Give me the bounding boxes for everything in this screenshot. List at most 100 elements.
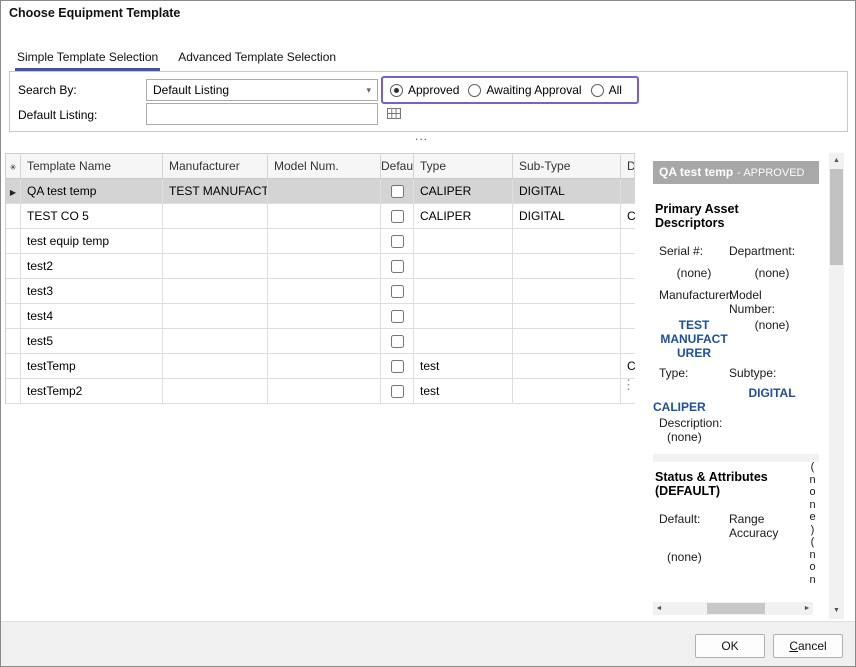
cell-default[interactable] xyxy=(381,279,414,303)
cell-default[interactable] xyxy=(381,254,414,278)
column-header-model-num[interactable]: Model Num. xyxy=(268,154,381,178)
cell-description[interactable] xyxy=(621,179,635,203)
cell-model-num[interactable] xyxy=(268,304,381,328)
cell-manufacturer[interactable] xyxy=(163,279,268,303)
cell-type[interactable] xyxy=(414,304,513,328)
vscroll-thumb[interactable] xyxy=(830,169,843,265)
cell-description[interactable] xyxy=(621,279,635,303)
cell-type[interactable] xyxy=(414,329,513,353)
cell-type[interactable]: test xyxy=(414,354,513,378)
radio-all[interactable]: All xyxy=(591,83,622,97)
cell-template-name[interactable]: testTemp xyxy=(21,354,163,378)
cell-default[interactable] xyxy=(381,204,414,228)
ok-button[interactable]: OK xyxy=(695,634,765,658)
table-row[interactable]: ▶ QA test temp TEST MANUFACTURER CALIPER… xyxy=(6,179,635,204)
cell-sub-type[interactable] xyxy=(513,329,621,353)
cell-manufacturer[interactable] xyxy=(163,229,268,253)
cell-manufacturer[interactable] xyxy=(163,379,268,403)
column-header-type[interactable]: Type xyxy=(414,154,513,178)
table-row[interactable]: test equip temp xyxy=(6,229,635,254)
table-row[interactable]: TEST CO 5 CALIPER DIGITAL CA xyxy=(6,204,635,229)
tab-advanced-template-selection[interactable]: Advanced Template Selection xyxy=(178,47,336,69)
tab-simple-template-selection[interactable]: Simple Template Selection xyxy=(17,47,158,69)
cell-manufacturer[interactable] xyxy=(163,204,268,228)
cell-model-num[interactable] xyxy=(268,204,381,228)
column-header-template-name[interactable]: Template Name xyxy=(21,154,163,178)
listing-grid-icon[interactable] xyxy=(387,108,401,119)
radio-awaiting-approval[interactable]: Awaiting Approval xyxy=(468,83,581,97)
cell-manufacturer[interactable] xyxy=(163,329,268,353)
cell-manufacturer[interactable]: TEST MANUFACTURER xyxy=(163,179,268,203)
scroll-down-icon[interactable]: ▼ xyxy=(829,605,844,617)
cell-model-num[interactable] xyxy=(268,329,381,353)
default-checkbox[interactable] xyxy=(391,185,404,198)
default-checkbox[interactable] xyxy=(391,235,404,248)
cell-description[interactable]: CN xyxy=(621,354,635,378)
cell-type[interactable] xyxy=(414,229,513,253)
cell-type[interactable] xyxy=(414,254,513,278)
cell-sub-type[interactable] xyxy=(513,229,621,253)
cell-model-num[interactable] xyxy=(268,179,381,203)
scroll-up-icon[interactable]: ▲ xyxy=(829,155,844,167)
cell-template-name[interactable]: test3 xyxy=(21,279,163,303)
default-checkbox[interactable] xyxy=(391,210,404,223)
preview-vertical-scrollbar[interactable]: ▲ ▼ xyxy=(829,153,844,619)
table-row[interactable]: test4 xyxy=(6,304,635,329)
cell-model-num[interactable] xyxy=(268,254,381,278)
cell-default[interactable] xyxy=(381,379,414,403)
splitter-grip[interactable]: ... xyxy=(415,129,428,143)
default-checkbox[interactable] xyxy=(391,310,404,323)
default-checkbox[interactable] xyxy=(391,360,404,373)
cell-type[interactable]: CALIPER xyxy=(414,179,513,203)
cell-template-name[interactable]: test4 xyxy=(21,304,163,328)
cell-template-name[interactable]: test5 xyxy=(21,329,163,353)
cell-description[interactable] xyxy=(621,304,635,328)
cell-sub-type[interactable] xyxy=(513,379,621,403)
cell-sub-type[interactable] xyxy=(513,354,621,378)
cell-template-name[interactable]: testTemp2 xyxy=(21,379,163,403)
cell-default[interactable] xyxy=(381,329,414,353)
cell-model-num[interactable] xyxy=(268,229,381,253)
preview-hscroll-thumb[interactable] xyxy=(707,603,765,614)
cell-sub-type[interactable]: DIGITAL xyxy=(513,179,621,203)
column-header-description[interactable]: D xyxy=(621,154,635,178)
cell-model-num[interactable] xyxy=(268,279,381,303)
cell-model-num[interactable] xyxy=(268,379,381,403)
table-row[interactable]: test5 xyxy=(6,329,635,354)
default-checkbox[interactable] xyxy=(391,285,404,298)
cell-sub-type[interactable]: DIGITAL xyxy=(513,204,621,228)
cell-type[interactable]: test xyxy=(414,379,513,403)
cell-template-name[interactable]: test2 xyxy=(21,254,163,278)
cell-manufacturer[interactable] xyxy=(163,254,268,278)
cell-manufacturer[interactable] xyxy=(163,304,268,328)
cell-type[interactable]: CALIPER xyxy=(414,204,513,228)
cell-manufacturer[interactable] xyxy=(163,354,268,378)
search-by-dropdown[interactable]: Default Listing ▾ xyxy=(146,79,378,101)
cell-sub-type[interactable] xyxy=(513,254,621,278)
cell-description[interactable] xyxy=(621,329,635,353)
cell-sub-type[interactable] xyxy=(513,279,621,303)
grid-header-indicator[interactable]: ✳ xyxy=(6,154,21,178)
scroll-right-icon[interactable]: ► xyxy=(801,602,813,615)
cell-template-name[interactable]: QA test temp xyxy=(21,179,163,203)
cell-default[interactable] xyxy=(381,354,414,378)
cell-model-num[interactable] xyxy=(268,354,381,378)
cell-description[interactable] xyxy=(621,254,635,278)
column-header-manufacturer[interactable]: Manufacturer xyxy=(163,154,268,178)
cancel-button[interactable]: Cancel xyxy=(773,634,843,658)
column-header-sub-type[interactable]: Sub-Type xyxy=(513,154,621,178)
cell-default[interactable] xyxy=(381,229,414,253)
grid-scroll-grip[interactable]: ⋮ xyxy=(622,377,635,393)
cell-template-name[interactable]: TEST CO 5 xyxy=(21,204,163,228)
cell-default[interactable] xyxy=(381,179,414,203)
cell-description[interactable] xyxy=(621,229,635,253)
cell-sub-type[interactable] xyxy=(513,304,621,328)
preview-horizontal-scrollbar[interactable]: ◄ ► xyxy=(653,602,813,615)
default-checkbox[interactable] xyxy=(391,335,404,348)
column-header-default[interactable]: Defau xyxy=(381,154,414,178)
table-row[interactable]: test3 xyxy=(6,279,635,304)
table-row[interactable]: testTemp2 test xyxy=(6,379,635,404)
radio-approved[interactable]: Approved xyxy=(390,83,459,97)
table-row[interactable]: test2 xyxy=(6,254,635,279)
cell-type[interactable] xyxy=(414,279,513,303)
